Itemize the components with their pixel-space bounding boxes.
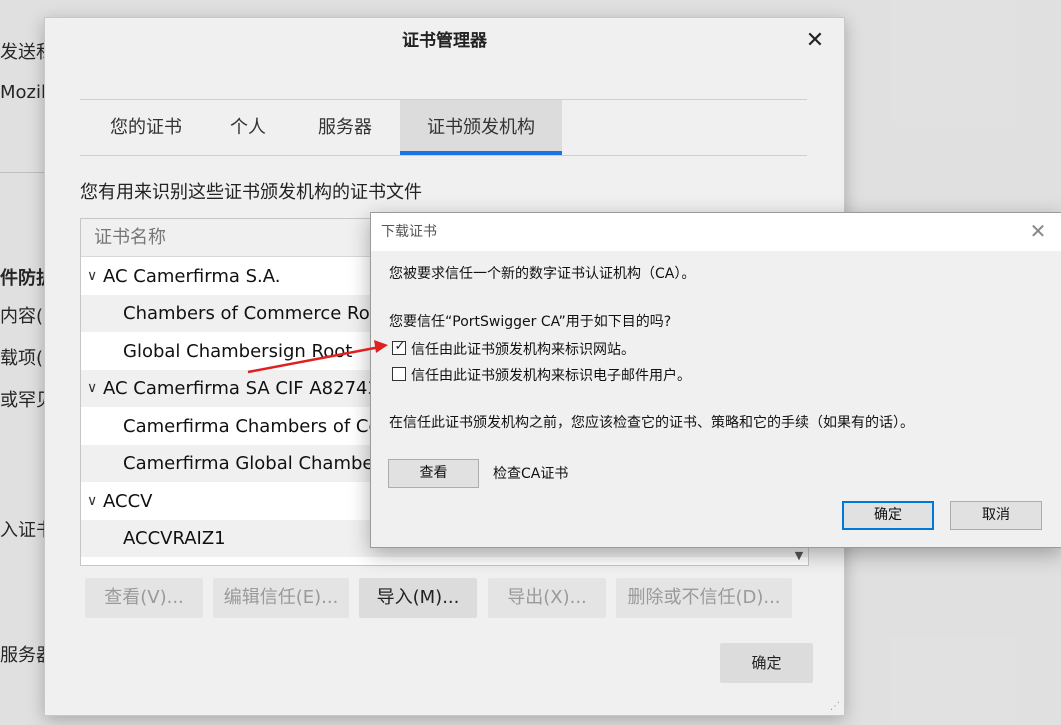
annotation-arrow-icon xyxy=(247,340,388,374)
